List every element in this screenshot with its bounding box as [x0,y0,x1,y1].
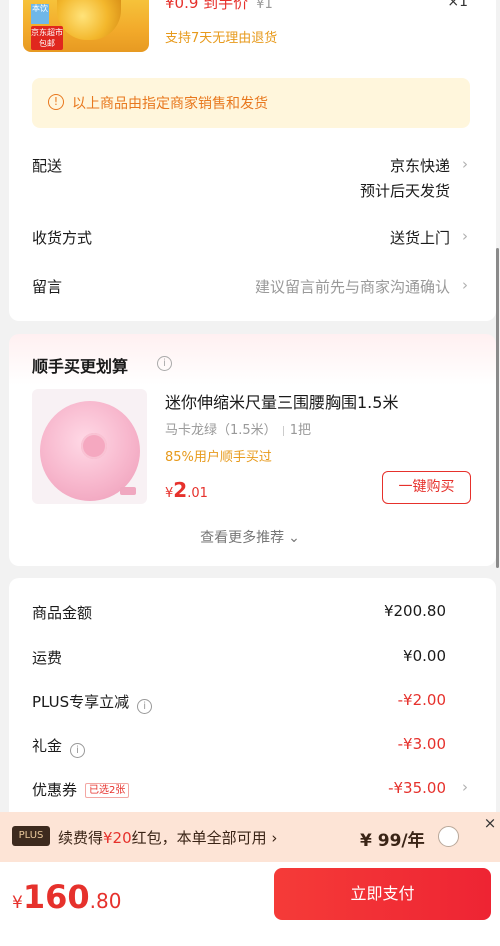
recommend-item-color: 马卡龙绿（1.5米） [165,423,277,438]
chevron-right-icon[interactable]: › [462,276,468,294]
recommend-item-qty: 1把 [289,423,311,438]
chevron-right-icon[interactable]: › [462,778,468,796]
thumb-tag: 本饮 [31,4,49,24]
coupon-selected-badge: 已选2张 [85,783,130,798]
total-integer: 160 [22,878,90,916]
shipping-label: 运费 [32,649,63,667]
info-icon[interactable]: i [137,699,153,714]
goods-amount-label: 商品金额 [32,604,93,622]
plus-discount-value: -¥2.00 [397,691,446,709]
delivery-eta: 预计后天发货 [359,182,450,200]
product-price: ¥0.9 到手价 ¥1 [165,0,273,13]
product-thumbnail[interactable]: 本饮 京东超市 包邮 [23,0,149,52]
receive-label: 收货方式 [32,229,93,247]
recommend-users-text: 85%用户顺手买过 [165,450,272,465]
recommend-item-name[interactable]: 迷你伸缩米尺量三围腰胸围1.5米 [165,389,398,413]
plus-renewal-text[interactable]: 续费得¥20红包，本单全部可用 › [58,827,277,848]
gift-label: 礼金 i [32,735,86,758]
recommend-item-image[interactable] [32,389,147,504]
more-label: 查看更多推荐 [200,530,285,546]
total-decimal: .80 [89,889,122,913]
plus-logo: PLUS [12,826,50,846]
product-deal-price: ¥0.9 到手价 [165,0,249,12]
checkout-bar: ¥160.80 立即支付 [0,862,500,946]
thumb-badge: 京东超市 包邮 [31,26,63,50]
recommend-title: 顺手买更划算 [32,357,129,376]
tape-button-shape [81,433,107,459]
product-unit-price: ¥1 [256,0,273,12]
plus-text-before: 续费得 [58,829,104,847]
coupon-label[interactable]: 优惠券 已选2张 [32,779,130,800]
plus-select-radio[interactable] [438,826,459,847]
pay-now-button[interactable]: 立即支付 [274,868,491,920]
more-recommendations-link[interactable]: 查看更多推荐 ⌄ [0,527,500,547]
scrollbar[interactable] [496,248,499,568]
coupon-value[interactable]: -¥35.00 [388,779,446,797]
tape-tail-shape [120,487,136,495]
recommend-price: ¥2.01 [165,478,208,502]
info-icon[interactable]: i [157,356,172,371]
coupon-text: 优惠券 [32,781,78,799]
receive-value[interactable]: 送货上门 [390,227,450,248]
return-policy: 支持7天无理由退货 [165,31,278,46]
plus-text-after: 红包，本单全部可用 › [131,829,278,847]
shipping-value: ¥0.00 [403,647,446,665]
delivery-label: 配送 [32,157,63,175]
drink-image [57,0,121,40]
total-price: ¥160.80 [12,878,121,916]
spec-divider [282,425,284,436]
plus-discount-text: PLUS专享立减 [32,693,130,711]
message-label: 留言 [32,278,63,296]
plus-text-highlight: ¥20 [103,829,132,847]
price-integer: 2 [173,478,188,502]
total-symbol: ¥ [12,893,23,913]
close-icon[interactable]: × [480,812,500,834]
goods-amount-value: ¥200.80 [383,602,446,620]
recommend-item-spec: 马卡龙绿（1.5米） 1把 [165,419,311,438]
plus-renewal-banner[interactable]: PLUS 续费得¥20红包，本单全部可用 › ¥ 99/年 [0,812,500,862]
gift-text: 礼金 [32,737,63,755]
chevron-down-icon: ⌄ [288,530,300,546]
plus-discount-label: PLUS专享立减 i [32,691,153,714]
info-icon: ! [48,94,64,110]
delivery-carrier[interactable]: 京东快递 [390,155,450,176]
one-click-buy-button[interactable]: 一键购买 [382,471,471,504]
message-input[interactable]: 建议留言前先与商家沟通确认 [255,276,450,297]
plus-price: ¥ 99/年 [360,831,425,851]
price-decimal: .01 [187,486,208,501]
seller-notice: ! 以上商品由指定商家销售和发货 [32,78,470,128]
info-icon[interactable]: i [70,743,86,758]
gift-value: -¥3.00 [397,735,446,753]
notice-text: 以上商品由指定商家销售和发货 [72,96,268,112]
product-quantity: ×1 [447,0,468,10]
chevron-right-icon[interactable]: › [462,227,468,245]
chevron-right-icon[interactable]: › [462,155,468,173]
